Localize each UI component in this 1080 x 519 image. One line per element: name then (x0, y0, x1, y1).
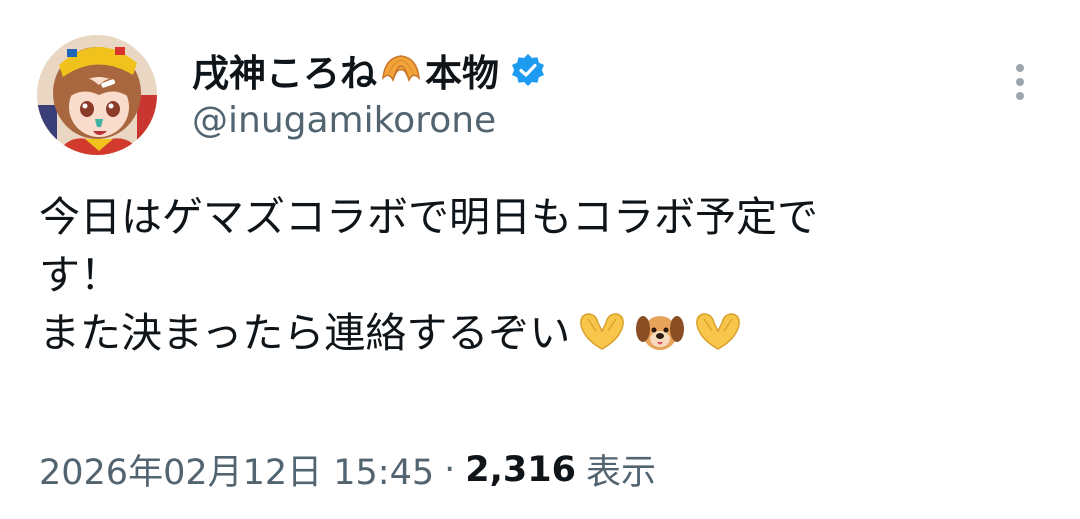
display-name-row[interactable]: 戌神ころね 本物 (192, 42, 545, 98)
verified-badge-icon (511, 53, 545, 87)
dog-face-icon (634, 309, 686, 353)
tweet-text-line-3: また決まったら連絡するぞい (39, 309, 571, 357)
tweet-text-line-2: す！ (39, 251, 121, 299)
tweet-meta: 2026年02月12日 15:45 · 2,316 表示 (39, 444, 656, 495)
views-label: 表示 (586, 453, 657, 493)
avatar[interactable] (37, 35, 157, 155)
heart-hands-icon (576, 309, 628, 353)
tweet-text: 今日はゲマズコラボで明日もコラボ予定で す！ また決まったら連絡するぞい (39, 188, 1039, 362)
croissant-icon (379, 50, 423, 90)
display-name: 戌神ころね (192, 52, 377, 95)
timestamp[interactable]: 2026年02月12日 15:45 (39, 444, 434, 495)
tweet-card: 戌神ころね 本物 @inugamikorone 今日はゲマズコラボで明日もコラボ… (0, 0, 1080, 519)
tweet-text-line-3-wrap: また決まったら連絡するぞい (39, 304, 1039, 362)
user-handle[interactable]: @inugamikorone (192, 100, 496, 141)
views-count[interactable]: 2,316 (465, 450, 576, 490)
display-name-suffix: 本物 (425, 52, 499, 95)
more-options-icon[interactable] (1008, 62, 1032, 102)
meta-separator: · (444, 449, 456, 490)
heart-hands-icon (692, 309, 744, 353)
tweet-text-line-1: 今日はゲマズコラボで明日もコラボ予定で (39, 193, 818, 241)
